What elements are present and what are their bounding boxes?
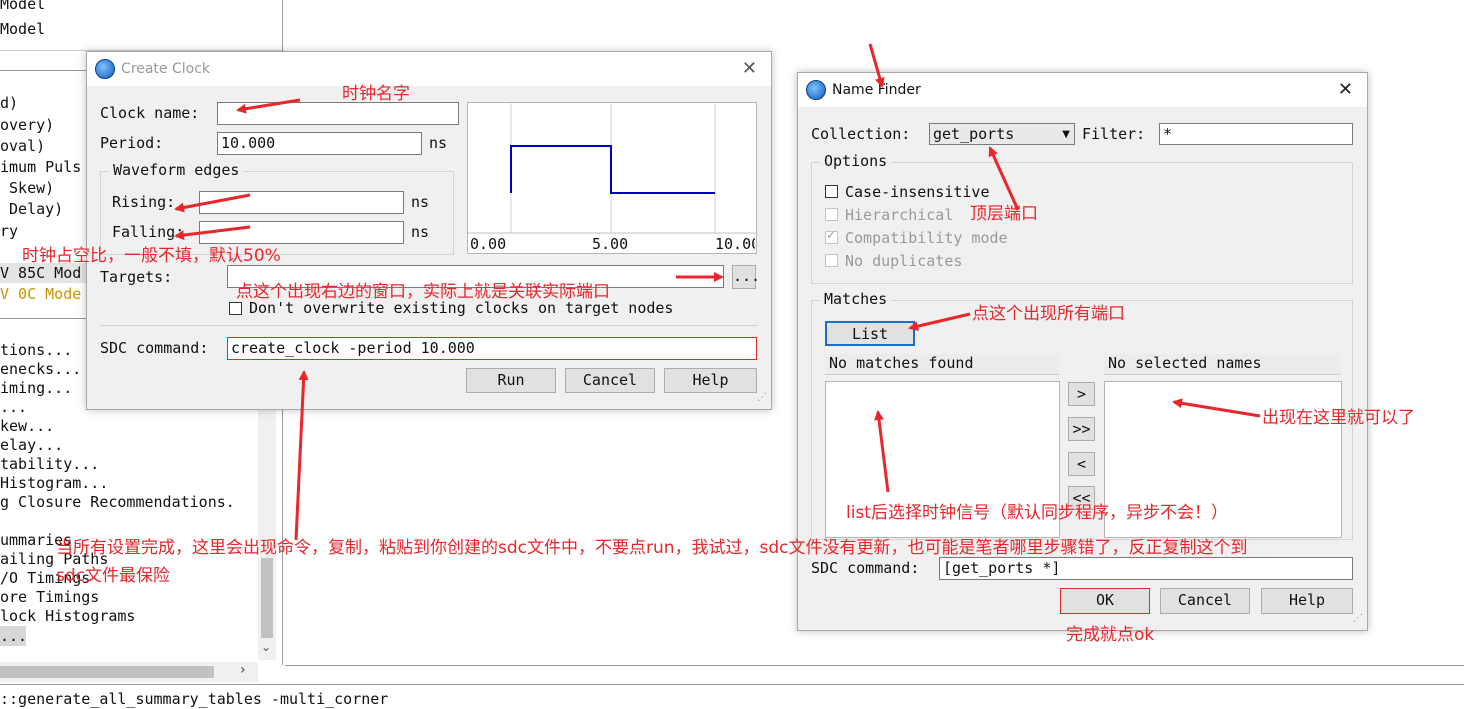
- arrow: [174, 193, 251, 213]
- arrow: [868, 43, 885, 88]
- annotation-arrows: [174, 43, 1261, 541]
- arrow: [236, 98, 301, 114]
- arrow: [1172, 398, 1261, 418]
- arrow: [874, 410, 890, 493]
- arrow: [908, 312, 971, 332]
- arrow: [174, 225, 251, 240]
- arrow: [294, 370, 309, 541]
- arrow: [988, 146, 1020, 211]
